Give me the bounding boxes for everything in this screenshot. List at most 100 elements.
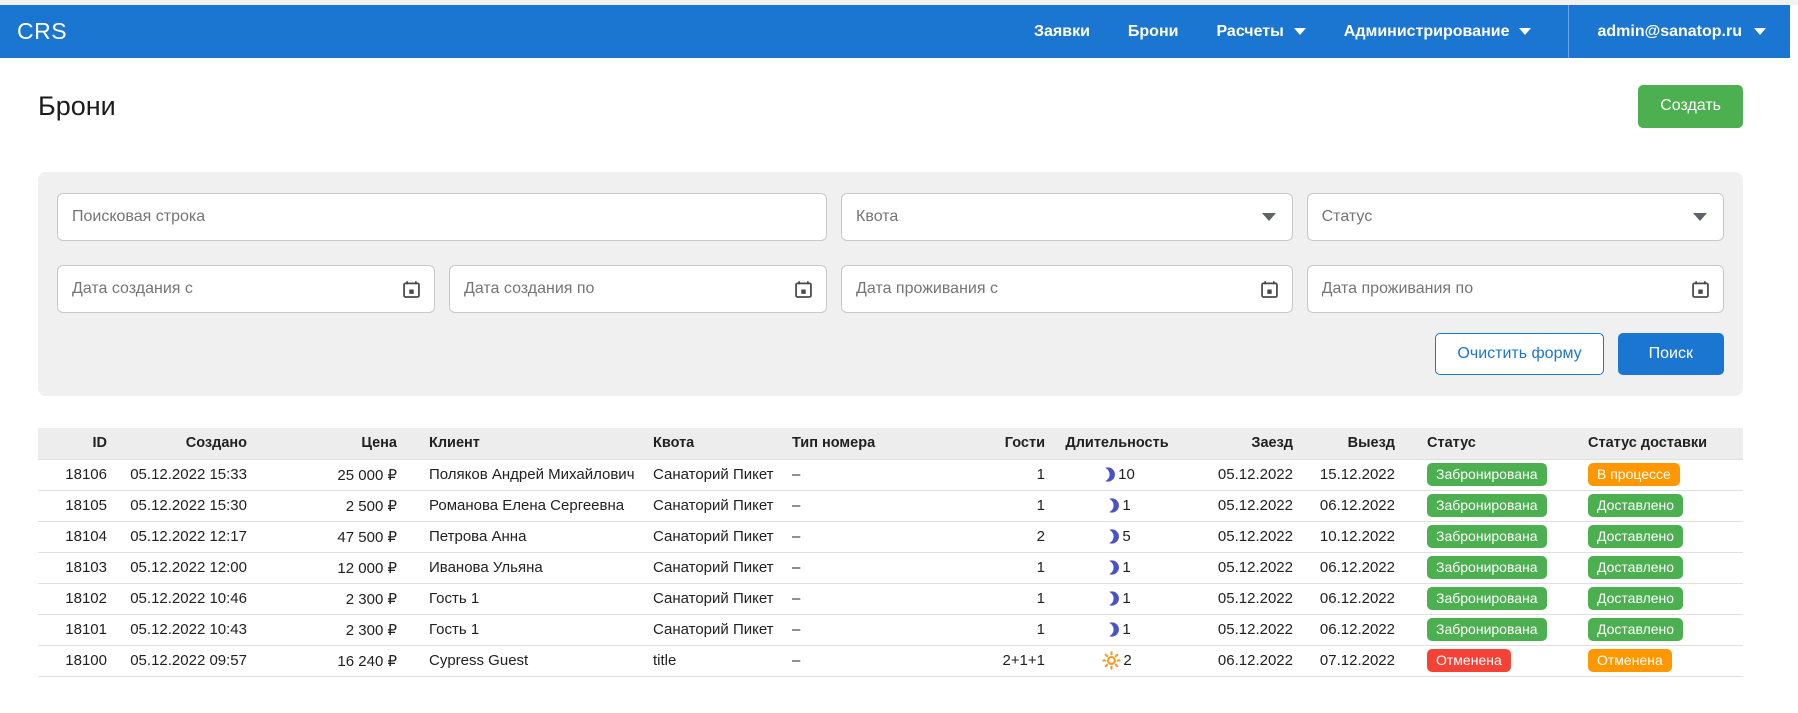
navbar-links: Заявки Брони Расчеты Администрирование a… [1015, 5, 1790, 58]
nav-item-zayavki[interactable]: Заявки [1034, 23, 1090, 41]
date-stay-to-picker-button[interactable] [1684, 279, 1723, 300]
delivery-status-badge: Доставлено [1588, 618, 1683, 641]
status-badge: Забронирована [1427, 618, 1547, 641]
cell-duration: 1 [1061, 583, 1173, 614]
cell-guests: 1 [971, 490, 1061, 521]
date-created-from-picker-button[interactable] [395, 279, 434, 300]
cell-client: Гость 1 [413, 583, 637, 614]
status-badge: Забронирована [1427, 525, 1547, 548]
calendar-icon [1259, 279, 1280, 300]
app-logo[interactable]: CRS [17, 18, 67, 45]
table-row[interactable]: 1810505.12.2022 15:302 500 ₽Романова Еле… [38, 490, 1743, 521]
cell-created: 05.12.2022 15:33 [123, 459, 263, 490]
nav-item-broni[interactable]: Брони [1128, 23, 1179, 41]
cell-status: Забронирована [1411, 459, 1572, 490]
cell-id: 18102 [38, 583, 123, 614]
cell-quota: Санаторий Пикет [637, 552, 776, 583]
cell-room-type: – [776, 583, 971, 614]
cell-room-type: – [776, 459, 971, 490]
duration-number: 2 [1123, 652, 1131, 669]
status-select[interactable]: Статус [1307, 193, 1724, 241]
cell-checkin: 05.12.2022 [1173, 490, 1309, 521]
nav-item-raschety[interactable]: Расчеты [1216, 23, 1305, 41]
cell-price: 12 000 ₽ [263, 552, 413, 583]
column-header-quota: Квота [637, 428, 776, 459]
cell-duration: 5 [1061, 521, 1173, 552]
cell-checkout: 07.12.2022 [1309, 645, 1411, 676]
column-header-created: Создано [123, 428, 263, 459]
table-row[interactable]: 1810205.12.2022 10:462 300 ₽Гость 1Санат… [38, 583, 1743, 614]
chevron-down-icon [1294, 28, 1306, 35]
cell-checkout: 06.12.2022 [1309, 490, 1411, 521]
chevron-down-icon [1693, 213, 1707, 221]
duration-value: 10 [1099, 466, 1135, 483]
duration-number: 1 [1122, 621, 1130, 638]
cell-delivery: Доставлено [1572, 490, 1743, 521]
cell-created: 05.12.2022 12:00 [123, 552, 263, 583]
nav-item-label: Брони [1128, 23, 1179, 41]
cell-quota: Санаторий Пикет [637, 459, 776, 490]
column-header-id: ID [38, 428, 123, 459]
date-stay-from-picker-button[interactable] [1253, 279, 1292, 300]
duration-value: 1 [1103, 590, 1130, 607]
search-field [57, 193, 827, 241]
status-badge: Забронирована [1427, 494, 1547, 517]
nav-item-administrirovanie[interactable]: Администрирование [1344, 23, 1532, 41]
date-stay-from-input[interactable] [842, 266, 1253, 312]
create-button[interactable]: Создать [1638, 85, 1743, 128]
cell-delivery: Отменена [1572, 645, 1743, 676]
user-email: admin@sanatop.ru [1597, 23, 1742, 41]
bookings-table: IDСозданоЦенаКлиентКвотаТип номераГостиД… [38, 428, 1743, 677]
delivery-status-badge: Отменена [1588, 649, 1672, 672]
cell-created: 05.12.2022 09:57 [123, 645, 263, 676]
table-row[interactable]: 1810305.12.2022 12:0012 000 ₽Иванова Уль… [38, 552, 1743, 583]
table-row[interactable]: 1810405.12.2022 12:1747 500 ₽Петрова Анн… [38, 521, 1743, 552]
moon-icon [1103, 621, 1120, 638]
table-header-row: IDСозданоЦенаКлиентКвотаТип номераГостиД… [38, 428, 1743, 459]
column-header-room-type: Тип номера [776, 428, 971, 459]
column-header-price: Цена [263, 428, 413, 459]
delivery-status-badge: Доставлено [1588, 587, 1683, 610]
cell-checkin: 05.12.2022 [1173, 552, 1309, 583]
quota-select[interactable]: Квота [841, 193, 1293, 241]
cell-id: 18101 [38, 614, 123, 645]
date-stay-to-input[interactable] [1308, 266, 1684, 312]
status-badge: Забронирована [1427, 463, 1547, 486]
date-created-to-input[interactable] [450, 266, 787, 312]
table-row[interactable]: 1810105.12.2022 10:432 300 ₽Гость 1Санат… [38, 614, 1743, 645]
table-row[interactable]: 1810605.12.2022 15:3325 000 ₽Поляков Анд… [38, 459, 1743, 490]
cell-room-type: – [776, 614, 971, 645]
calendar-icon [1690, 279, 1711, 300]
cell-guests: 1 [971, 552, 1061, 583]
search-input[interactable] [58, 194, 826, 240]
cell-delivery: Доставлено [1572, 614, 1743, 645]
filter-grid: Квота Статус [57, 193, 1724, 313]
date-created-from-input[interactable] [58, 266, 395, 312]
cell-checkout: 10.12.2022 [1309, 521, 1411, 552]
cell-delivery: Доставлено [1572, 583, 1743, 614]
date-stay-to-field [1307, 265, 1724, 313]
cell-created: 05.12.2022 15:30 [123, 490, 263, 521]
date-created-to-picker-button[interactable] [787, 279, 826, 300]
column-header-client: Клиент [413, 428, 637, 459]
filter-actions: Очистить форму Поиск [57, 333, 1724, 375]
search-button[interactable]: Поиск [1618, 333, 1724, 375]
page-title: Брони [38, 91, 116, 122]
duration-value: 1 [1103, 497, 1130, 514]
duration-number: 1 [1122, 497, 1130, 514]
clear-form-button[interactable]: Очистить форму [1435, 333, 1603, 375]
duration-number: 1 [1122, 590, 1130, 607]
cell-checkin: 05.12.2022 [1173, 614, 1309, 645]
cell-price: 25 000 ₽ [263, 459, 413, 490]
nav-item-label: Администрирование [1344, 23, 1510, 41]
date-stay-from-field [841, 265, 1293, 313]
page-header: Брони Создать [38, 84, 1743, 128]
table-row[interactable]: 1810005.12.2022 09:5716 240 ₽Cypress Gue… [38, 645, 1743, 676]
calendar-icon [401, 279, 422, 300]
delivery-status-badge: Доставлено [1588, 556, 1683, 579]
cell-created: 05.12.2022 10:43 [123, 614, 263, 645]
cell-guests: 2+1+1 [971, 645, 1061, 676]
user-menu[interactable]: admin@sanatop.ru [1597, 23, 1766, 41]
cell-duration: 1 [1061, 552, 1173, 583]
date-created-to-field [449, 265, 827, 313]
